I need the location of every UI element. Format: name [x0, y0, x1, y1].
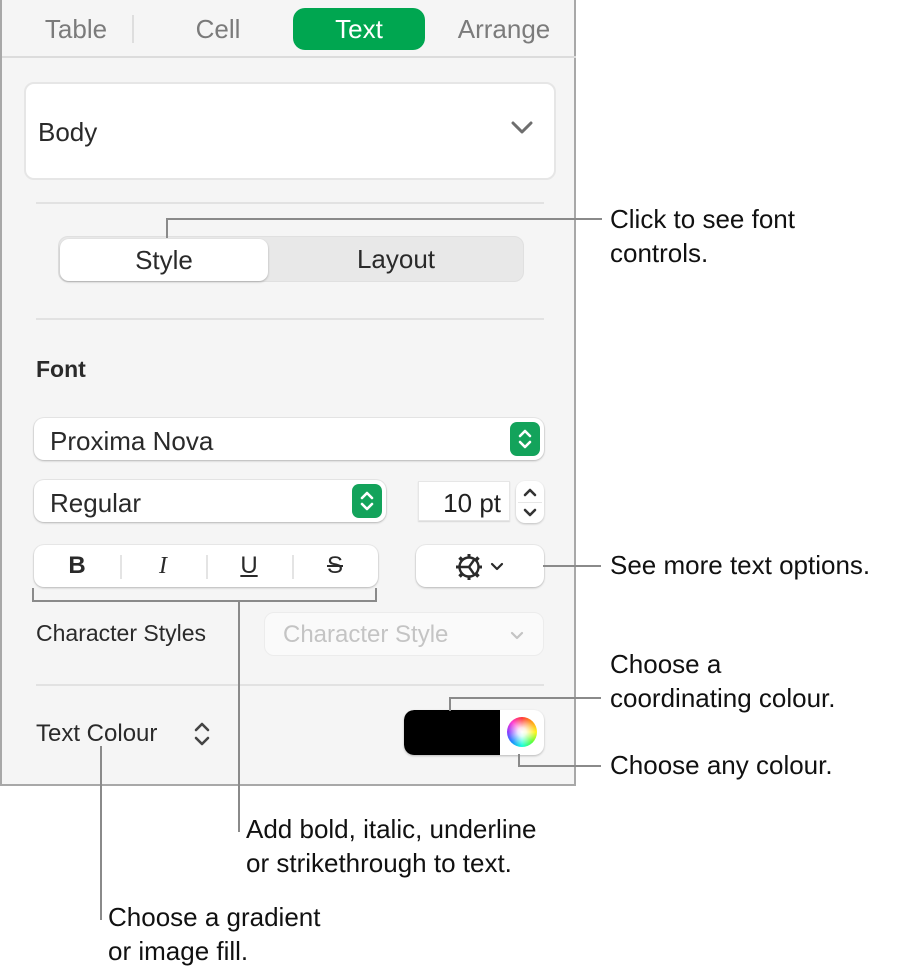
segment-layout[interactable]: Layout	[269, 237, 523, 281]
callout-line: controls.	[610, 238, 709, 268]
inspector-tab-bar: Table Cell Text Arrange	[2, 0, 576, 58]
text-format-buttons: B I U S	[34, 545, 378, 587]
up-down-chevron-icon	[352, 484, 382, 518]
font-size-value: 10 pt	[443, 488, 501, 518]
colour-wheel-icon[interactable]	[507, 717, 537, 747]
callout-line: coordinating colour.	[610, 683, 836, 713]
callout-leader	[238, 600, 240, 832]
divider	[36, 684, 544, 686]
italic-button[interactable]: I	[120, 545, 206, 587]
callout-leader	[449, 697, 601, 699]
divider	[36, 202, 544, 204]
up-down-chevron-icon	[192, 720, 212, 753]
tab-table[interactable]: Table	[30, 8, 122, 50]
character-styles-label: Character Styles	[36, 620, 207, 646]
callout-line: Choose any colour.	[610, 750, 833, 780]
divider	[36, 318, 544, 320]
tab-text[interactable]: Text	[293, 8, 425, 50]
font-section-title: Font	[36, 356, 86, 382]
callout-leader	[166, 218, 168, 238]
format-inspector-panel: Table Cell Text Arrange Body Style Layou…	[0, 0, 576, 786]
callout-leader	[449, 697, 451, 711]
font-size-increase[interactable]	[516, 481, 544, 502]
gear-icon	[456, 554, 482, 580]
paragraph-style-value: Body	[38, 117, 98, 147]
callout-leader	[166, 218, 602, 220]
callout-any-colour: Choose any colour.	[610, 748, 833, 782]
bold-button[interactable]: B	[34, 545, 120, 587]
callout-leader	[32, 600, 377, 602]
callout-line: Choose a gradient	[108, 902, 321, 932]
font-size-stepper	[516, 481, 544, 523]
callout-leader	[100, 746, 102, 920]
character-style-popup[interactable]: Character Style	[264, 612, 544, 656]
callout-line: or image fill.	[108, 936, 249, 966]
chevron-down-icon	[490, 562, 504, 571]
underline-button[interactable]: U	[206, 545, 292, 587]
callout-line: See more text options.	[610, 550, 871, 580]
strikethrough-button[interactable]: S	[292, 545, 378, 587]
callout-format: Add bold, italic, underline or strikethr…	[246, 812, 537, 880]
coordinating-colour-swatch[interactable]	[404, 710, 500, 755]
callout-font-controls: Click to see font controls.	[610, 202, 795, 270]
character-style-placeholder: Character Style	[283, 621, 449, 648]
tab-separator	[132, 15, 134, 43]
text-colour-well	[404, 710, 544, 755]
callout-coordinating-colour: Choose a coordinating colour.	[610, 647, 835, 715]
callout-fill: Choose a gradient or image fill.	[108, 900, 320, 968]
callout-line: Choose a	[610, 649, 722, 679]
chevron-down-icon	[509, 629, 525, 647]
font-size-decrease[interactable]	[516, 502, 544, 523]
chevron-down-icon	[523, 508, 537, 516]
text-colour-fill-type-popup[interactable]: Text Colour	[36, 720, 157, 748]
style-layout-segmented-control: Style Layout	[58, 236, 524, 282]
tab-cell[interactable]: Cell	[170, 8, 266, 50]
font-family-popup[interactable]: Proxima Nova	[34, 418, 544, 460]
chevron-down-icon	[510, 120, 534, 141]
callout-leader	[543, 565, 601, 567]
segment-style[interactable]: Style	[60, 239, 268, 281]
callout-more-options: See more text options.	[610, 548, 870, 582]
tab-arrange[interactable]: Arrange	[442, 8, 566, 50]
callout-line: or strikethrough to text.	[246, 848, 512, 878]
advanced-text-options-button[interactable]	[416, 545, 544, 587]
chevron-up-icon	[523, 488, 537, 496]
callout-line: Click to see font	[610, 204, 795, 234]
font-family-value: Proxima Nova	[50, 426, 214, 456]
font-size-field[interactable]: 10 pt	[418, 481, 510, 521]
callout-line: Add bold, italic, underline	[246, 814, 537, 844]
typeface-value: Regular	[50, 488, 142, 518]
up-down-chevron-icon	[510, 422, 540, 456]
paragraph-style-popup[interactable]: Body	[24, 82, 556, 180]
callout-leader	[518, 765, 601, 767]
typeface-popup[interactable]: Regular	[34, 480, 386, 522]
